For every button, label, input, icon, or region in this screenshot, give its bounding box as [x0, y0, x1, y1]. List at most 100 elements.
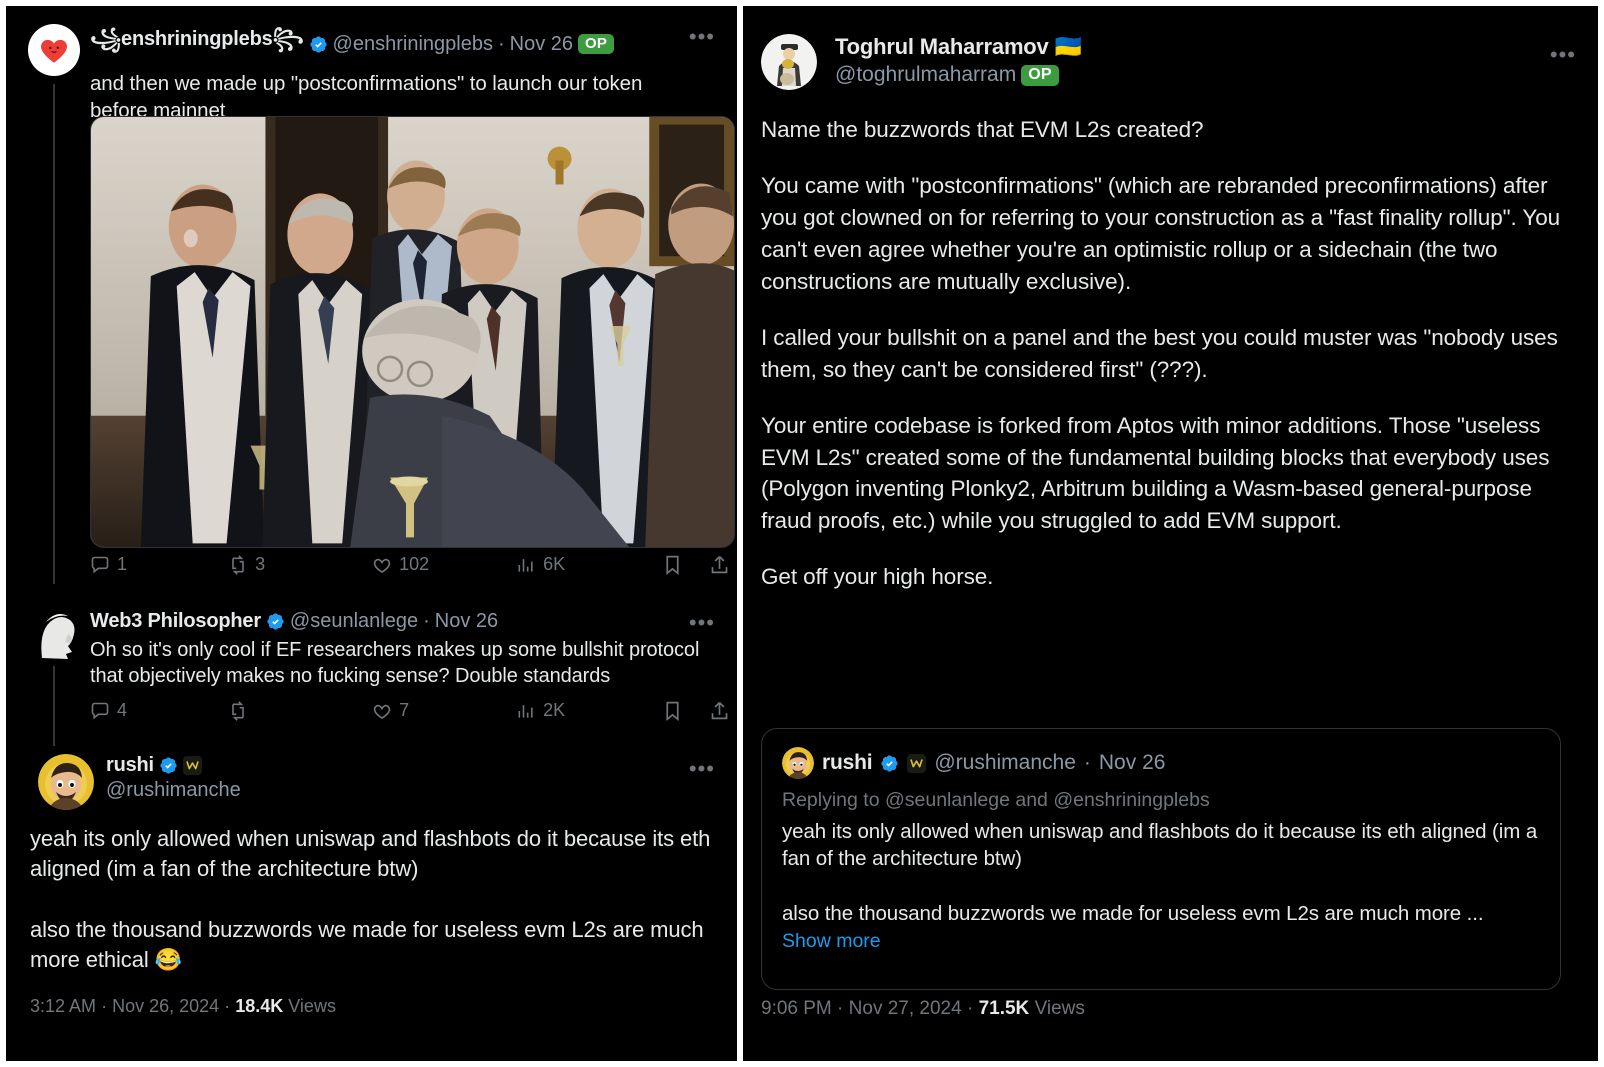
- views-count: 2K: [543, 700, 566, 720]
- toghrul-avatar-icon: [761, 34, 817, 90]
- root-more-options-icon[interactable]: •••: [689, 26, 715, 48]
- laughing-men-photo: [91, 117, 734, 547]
- right-paragraph-2: You came with "postconfirmations" (which…: [761, 172, 1567, 294]
- right-sep-2: ·: [966, 998, 974, 1019]
- focus-more-options-icon[interactable]: •••: [689, 758, 715, 780]
- avatar-toghrul[interactable]: [761, 34, 817, 90]
- repost-count: 3: [255, 554, 266, 574]
- thread-connector-line-2: [53, 666, 55, 746]
- analytics-icon: [518, 558, 533, 572]
- root-date[interactable]: Nov 26: [510, 33, 573, 56]
- reply-button[interactable]: 4: [90, 700, 228, 721]
- reply-save-share-group: [662, 700, 730, 721]
- share-icon[interactable]: [709, 554, 730, 575]
- verified-badge-icon: [160, 757, 177, 774]
- reply-icon: [91, 702, 109, 719]
- right-tweet-body: Name the buzzwords that EVM L2s created?…: [761, 114, 1569, 593]
- reply-tweet-actions: 4 7 2K: [90, 700, 730, 721]
- heart-outline-icon: [373, 704, 391, 719]
- right-paragraph-1: Name the buzzwords that EVM L2s created?: [761, 117, 1204, 142]
- like-count: 102: [399, 554, 430, 574]
- right-tweet-header: Toghrul Maharramov 🇺🇦 @toghrulmaharram O…: [835, 34, 1475, 87]
- rushi-avatar-icon: [782, 747, 814, 779]
- repost-button[interactable]: 3: [228, 554, 372, 575]
- repost-button[interactable]: [228, 700, 372, 721]
- focus-timestamp: 3:12 AM: [30, 996, 97, 1016]
- right-handle[interactable]: @toghrulmaharram: [835, 63, 1016, 87]
- focus-name-line: rushi: [106, 754, 706, 777]
- show-more-link[interactable]: Show more: [762, 928, 1560, 953]
- quoted-handle[interactable]: @rushimanche: [934, 751, 1076, 775]
- avatar-web3-philosopher[interactable]: [28, 602, 84, 660]
- tweet-media-image[interactable]: [90, 116, 735, 548]
- reply-name-line: Web3 Philosopher @seunlanlege · Nov 26: [90, 610, 718, 633]
- reply-handle[interactable]: @seunlanlege: [290, 610, 418, 633]
- quoted-tweet-card[interactable]: rushi @rushimanche · Nov 26 Replying to …: [761, 728, 1561, 990]
- root-display-name[interactable]: ꧁enshriningplebs꧂: [90, 24, 304, 64]
- views-button[interactable]: 6K: [516, 554, 662, 575]
- bookmark-icon[interactable]: [662, 554, 683, 575]
- reply-date[interactable]: Nov 26: [435, 610, 498, 633]
- reply-count: 1: [117, 554, 128, 574]
- bookmark-icon[interactable]: [662, 700, 683, 721]
- affiliate-badge-icon[interactable]: [907, 753, 927, 773]
- right-handle-line: @toghrulmaharram OP: [835, 63, 1475, 87]
- like-button[interactable]: 7: [372, 700, 516, 721]
- quoted-name-line: rushi @rushimanche · Nov 26: [762, 729, 1560, 779]
- avatar-rushi[interactable]: [38, 754, 94, 810]
- affiliate-badge-icon[interactable]: [182, 756, 202, 775]
- rushi-avatar-icon: [38, 754, 94, 810]
- thread-connector-line: [53, 84, 55, 584]
- reply-display-name[interactable]: Web3 Philosopher: [90, 610, 261, 633]
- right-more-options-icon[interactable]: •••: [1550, 44, 1576, 66]
- root-handle[interactable]: @enshriningplebs: [333, 33, 493, 56]
- repost-icon: [232, 554, 244, 575]
- reply-count: 4: [117, 700, 128, 720]
- verified-badge-icon: [267, 613, 284, 630]
- focus-tweet-meta: 3:12 AM · Nov 26, 2024 · 18.4K Views: [30, 996, 336, 1017]
- views-button[interactable]: 2K: [516, 700, 662, 721]
- root-tweet-name-line: ꧁enshriningplebs꧂ @enshriningplebs · Nov…: [90, 24, 710, 64]
- quoted-display-name[interactable]: rushi: [822, 751, 873, 775]
- right-sep-1: ·: [837, 998, 844, 1019]
- focus-handle[interactable]: @rushimanche: [106, 779, 706, 802]
- heart-icon: [40, 39, 68, 63]
- root-tweet-header: ꧁enshriningplebs꧂ @enshriningplebs · Nov…: [90, 24, 710, 124]
- reply-separator: ·: [423, 610, 430, 632]
- reply-more-options-icon[interactable]: •••: [689, 612, 715, 634]
- share-icon[interactable]: [709, 700, 730, 721]
- repost-icon: [232, 700, 244, 721]
- heart-outline-icon: [373, 558, 391, 573]
- heart-avatar-icon: [28, 24, 80, 76]
- reply-button[interactable]: 1: [90, 554, 228, 575]
- op-badge-root: OP: [578, 34, 615, 54]
- screenshot-root: ꧁enshriningplebs꧂ @enshriningplebs · Nov…: [0, 0, 1604, 1067]
- left-tweet-panel: ꧁enshriningplebs꧂ @enshriningplebs · Nov…: [0, 0, 740, 1067]
- like-count: 7: [399, 700, 410, 720]
- root-tweet-actions: 1 3 102 6K: [90, 554, 730, 575]
- verified-badge-icon: [881, 754, 898, 772]
- statue-bust-avatar-icon: [28, 602, 84, 660]
- right-tweet-panel: Toghrul Maharramov 🇺🇦 @toghrulmaharram O…: [740, 0, 1604, 1067]
- like-button[interactable]: 102: [372, 554, 516, 575]
- avatar-enshriningplebs[interactable]: [28, 24, 80, 76]
- views-count: 6K: [543, 554, 566, 574]
- root-separator: ·: [497, 32, 505, 55]
- analytics-icon: [518, 704, 533, 718]
- focus-sep-2: ·: [224, 996, 231, 1016]
- quoted-tweet-text: yeah its only allowed when uniswap and f…: [782, 820, 1538, 926]
- reply-tweet-text: Oh so it's only cool if EF researchers m…: [90, 639, 705, 688]
- right-views-count: 71.5K: [978, 998, 1030, 1019]
- verified-badge-icon: [309, 35, 327, 53]
- right-date: Nov 27, 2024: [848, 998, 962, 1019]
- quoted-avatar-rushi[interactable]: [782, 747, 814, 779]
- focus-display-name[interactable]: rushi: [106, 754, 154, 777]
- focus-views-count: 18.4K: [235, 996, 284, 1016]
- focus-sep-1: ·: [101, 996, 108, 1016]
- right-display-name[interactable]: Toghrul Maharramov 🇺🇦: [835, 34, 1082, 60]
- focus-tweet-text: yeah its only allowed when uniswap and f…: [30, 826, 711, 973]
- quoted-replying-to[interactable]: Replying to @seunlanlege and @enshrining…: [762, 779, 1560, 812]
- focus-date: Nov 26, 2024: [112, 996, 220, 1016]
- right-paragraph-5: Get off your high horse.: [761, 564, 994, 590]
- reply-icon: [91, 556, 109, 573]
